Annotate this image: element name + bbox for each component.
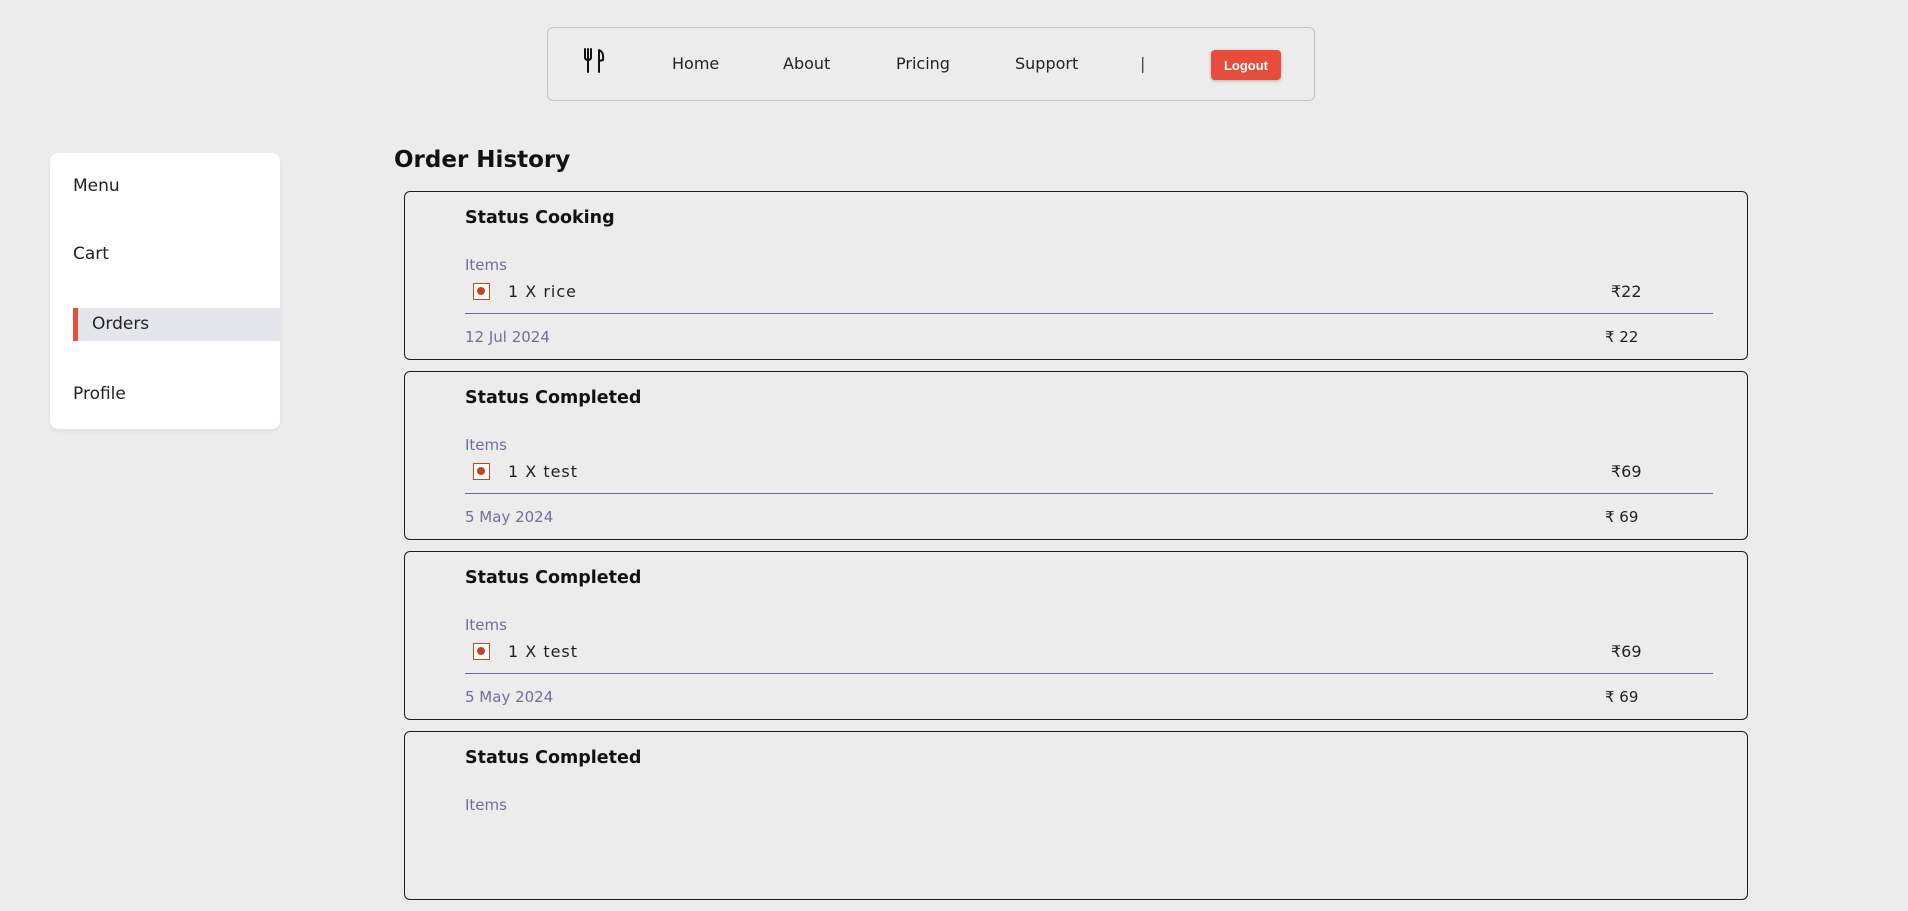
- order-item-row: 1 X test ₹69: [473, 462, 1677, 482]
- items-label: Items: [465, 616, 507, 634]
- item-name: 1 X rice: [508, 282, 577, 301]
- items-label: Items: [465, 436, 507, 454]
- order-status: Status Completed: [465, 388, 642, 408]
- sidebar-item-orders[interactable]: Orders: [73, 308, 280, 341]
- order-total: ₹ 69: [1605, 688, 1639, 706]
- nav-link-pricing[interactable]: Pricing: [896, 54, 950, 73]
- item-price: ₹69: [1611, 462, 1642, 481]
- items-label: Items: [465, 256, 507, 274]
- order-list: Status Cooking Items 1 X rice ₹22 12 Jul…: [404, 191, 1748, 911]
- order-status: Status Completed: [465, 748, 642, 768]
- order-card[interactable]: Status Completed Items: [404, 731, 1748, 900]
- order-card[interactable]: Status Cooking Items 1 X rice ₹22 12 Jul…: [404, 191, 1748, 360]
- divider: [465, 493, 1713, 494]
- top-navbar: Home About Pricing Support | Logout: [547, 27, 1315, 101]
- divider: [465, 313, 1713, 314]
- order-status: Status Completed: [465, 568, 642, 588]
- order-status: Status Cooking: [465, 208, 615, 228]
- items-label: Items: [465, 796, 507, 814]
- food-type-indicator-icon: [473, 643, 490, 660]
- item-price: ₹69: [1611, 642, 1642, 661]
- order-total: ₹ 22: [1605, 328, 1639, 346]
- order-card[interactable]: Status Completed Items 1 X test ₹69 5 Ma…: [404, 551, 1748, 720]
- fork-knife-icon[interactable]: [582, 48, 606, 74]
- item-name: 1 X test: [508, 462, 579, 481]
- order-item-row: 1 X rice ₹22: [473, 282, 1677, 302]
- sidebar: Menu Cart Orders Profile: [50, 153, 280, 429]
- sidebar-item-cart[interactable]: Cart: [73, 244, 280, 264]
- item-name: 1 X test: [508, 642, 579, 661]
- order-card[interactable]: Status Completed Items 1 X test ₹69 5 Ma…: [404, 371, 1748, 540]
- food-type-indicator-icon: [473, 463, 490, 480]
- order-date: 12 Jul 2024: [465, 328, 550, 346]
- logout-button[interactable]: Logout: [1211, 50, 1281, 80]
- order-total: ₹ 69: [1605, 508, 1639, 526]
- sidebar-item-menu[interactable]: Menu: [73, 176, 280, 196]
- nav-link-support[interactable]: Support: [1015, 54, 1078, 73]
- sidebar-item-profile[interactable]: Profile: [73, 384, 280, 404]
- nav-link-about[interactable]: About: [783, 54, 830, 73]
- divider: [465, 673, 1713, 674]
- order-item-row: 1 X test ₹69: [473, 642, 1677, 662]
- nav-separator: |: [1140, 54, 1146, 73]
- item-price: ₹22: [1611, 282, 1642, 301]
- order-date: 5 May 2024: [465, 688, 554, 706]
- order-date: 5 May 2024: [465, 508, 554, 526]
- nav-link-home[interactable]: Home: [672, 54, 719, 73]
- food-type-indicator-icon: [473, 283, 490, 300]
- page-title: Order History: [394, 147, 571, 173]
